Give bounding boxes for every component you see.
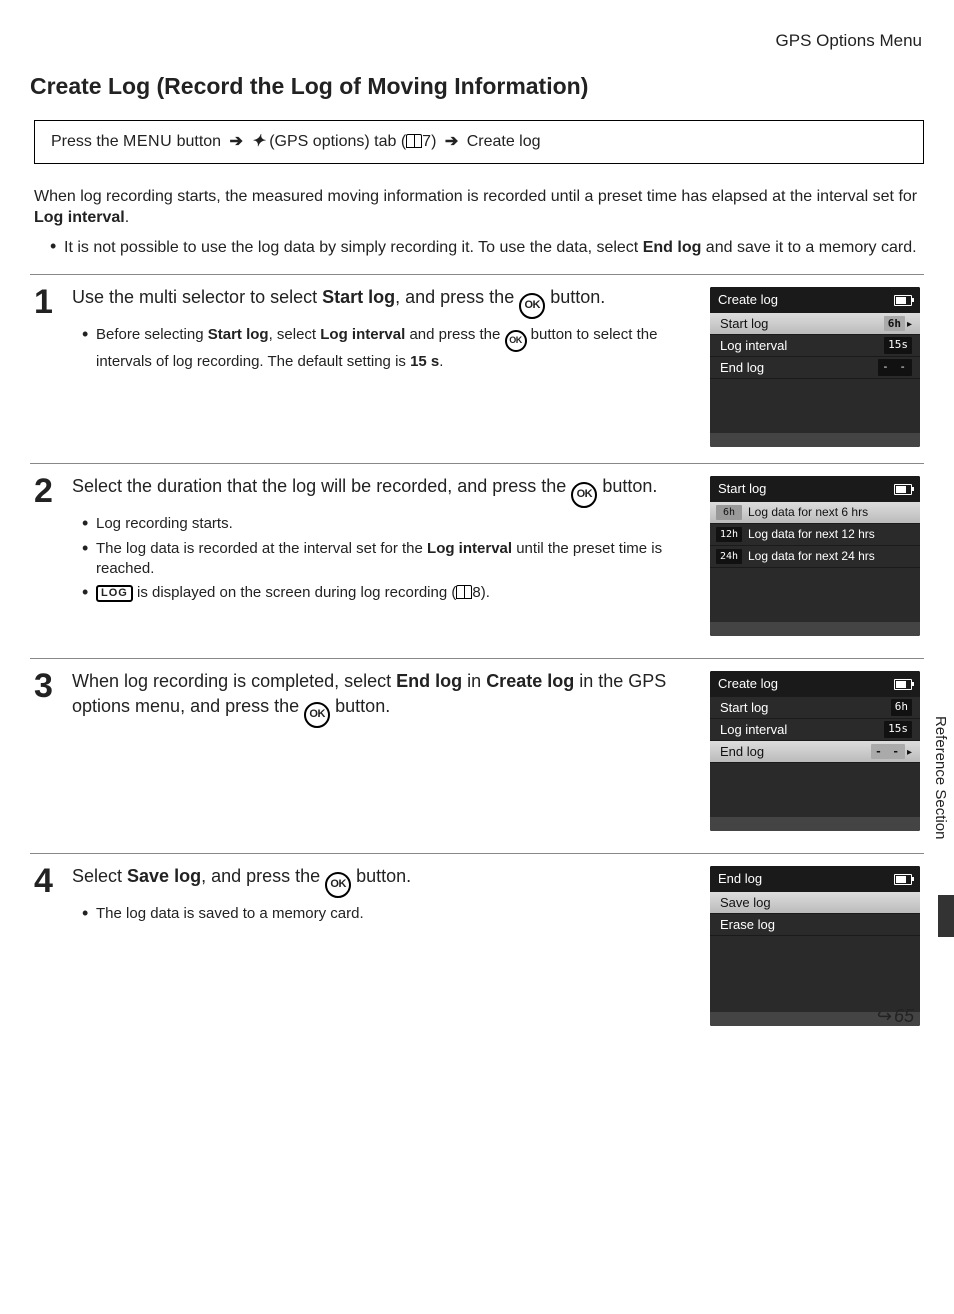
divider	[30, 853, 924, 854]
menu-row-start-log: Start log6h▸	[710, 313, 920, 335]
battery-icon	[894, 679, 912, 690]
menu-row-save-log: Save log	[710, 892, 920, 914]
gps-satellite-icon: ✦	[251, 133, 264, 150]
step-1: 1 Use the multi selector to select Start…	[30, 285, 924, 447]
bullet-icon: •	[82, 325, 96, 372]
step-number: 4	[34, 864, 72, 1026]
breadcrumb: GPS Options Menu	[30, 30, 924, 53]
option-12h: 12hLog data for next 12 hrs	[710, 524, 920, 546]
menu-row-end-log: End log- -▸	[710, 741, 920, 763]
reference-link-icon: ↪	[877, 1006, 892, 1026]
ok-button-icon: OK	[519, 293, 545, 319]
step-number: 2	[34, 474, 72, 636]
arrow-icon: ➔	[445, 133, 458, 150]
menu-row-log-interval: Log interval15s	[710, 719, 920, 741]
side-tab-block	[938, 895, 954, 937]
step-4: 4 Select Save log, and press the OK butt…	[30, 864, 924, 1026]
screenshot-create-log-2: Create log Start log6h Log interval15s E…	[710, 671, 920, 831]
screenshot-end-log: End log Save log Erase log	[710, 866, 920, 1026]
log-indicator-icon: LOG	[96, 585, 133, 602]
divider	[30, 274, 924, 275]
step-3: 3 When log recording is completed, selec…	[30, 669, 924, 831]
step-2: 2 Select the duration that the log will …	[30, 474, 924, 636]
option-6h: 6hLog data for next 6 hrs	[710, 502, 920, 524]
menu-row-end-log: End log- -	[710, 357, 920, 379]
bullet-icon: •	[82, 904, 96, 924]
menu-row-start-log: Start log6h	[710, 697, 920, 719]
bullet-icon: •	[50, 237, 64, 259]
page-ref-icon	[456, 585, 472, 599]
screenshot-start-log: Start log 6hLog data for next 6 hrs 12hL…	[710, 476, 920, 636]
page-number: ↪65	[877, 1004, 914, 1028]
menu-row-erase-log: Erase log	[710, 914, 920, 936]
menu-row-log-interval: Log interval15s	[710, 335, 920, 357]
page-ref-icon	[406, 134, 422, 148]
bullet-icon: •	[82, 539, 96, 580]
ok-button-icon: OK	[571, 482, 597, 508]
battery-icon	[894, 484, 912, 495]
screenshot-create-log: Create log Start log6h▸ Log interval15s …	[710, 287, 920, 447]
intro-bullet: • It is not possible to use the log data…	[30, 237, 924, 259]
bullet-icon: •	[82, 583, 96, 603]
option-24h: 24hLog data for next 24 hrs	[710, 546, 920, 568]
side-tab-label: Reference Section	[926, 700, 954, 855]
ok-button-icon: OK	[325, 872, 351, 898]
bullet-icon: •	[82, 514, 96, 534]
menu-button-label: MENU	[123, 133, 172, 150]
intro-paragraph: When log recording starts, the measured …	[30, 186, 924, 229]
step-number: 1	[34, 285, 72, 447]
ok-button-icon: OK	[505, 330, 527, 352]
battery-icon	[894, 874, 912, 885]
battery-icon	[894, 295, 912, 306]
divider	[30, 658, 924, 659]
step-number: 3	[34, 669, 72, 831]
page-title: Create Log (Record the Log of Moving Inf…	[30, 71, 924, 102]
arrow-icon: ➔	[230, 133, 243, 150]
divider	[30, 463, 924, 464]
ok-button-icon: OK	[304, 702, 330, 728]
navigation-path-box: Press the MENU button ➔ ✦ (GPS options) …	[34, 120, 924, 164]
